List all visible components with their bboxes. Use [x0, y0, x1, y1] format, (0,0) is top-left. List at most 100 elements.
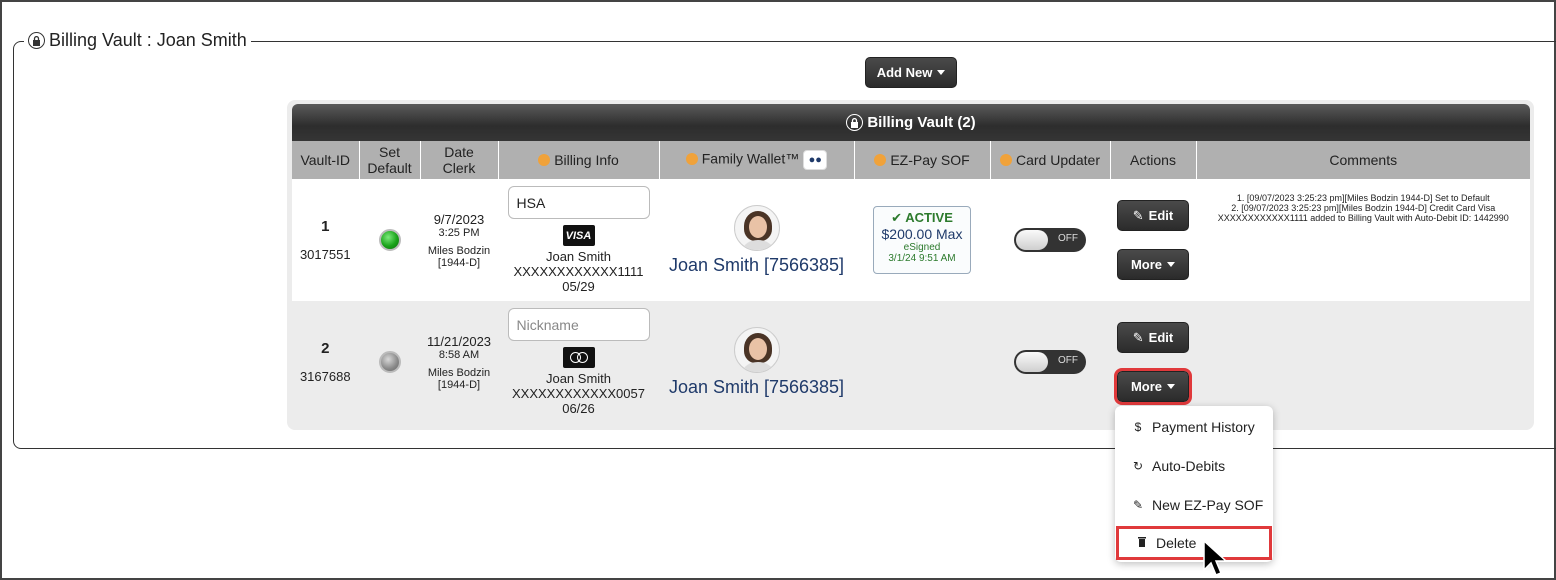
mastercard-logo-icon	[562, 347, 595, 368]
vault-id-cell: 1 3017551	[292, 179, 359, 301]
clerk-name: Miles Bodzin	[427, 366, 491, 379]
edit-button[interactable]: ✎ Edit	[1117, 322, 1189, 353]
comments-cell	[1195, 301, 1530, 423]
ezpay-sof-badge[interactable]: ✔ ACTIVE $200.00 Max eSigned 3/1/24 9:51…	[873, 206, 971, 274]
sof-status-label: ACTIVE	[905, 210, 953, 225]
more-button[interactable]: More	[1117, 249, 1189, 280]
card-updater-toggle[interactable]: OFF	[1014, 228, 1086, 252]
vault-id: 3017551	[299, 247, 351, 262]
menu-item-label: Payment History	[1152, 419, 1255, 435]
caret-down-icon	[1167, 384, 1176, 389]
col-actions: Actions	[1109, 141, 1196, 179]
edit-label: Edit	[1148, 208, 1174, 223]
lock-icon	[28, 32, 45, 49]
billing-info-cell: HSA VISA Joan Smith XXXXXXXXXXXX1111 05/…	[497, 179, 659, 301]
sof-amount: $200.00 Max	[881, 226, 963, 242]
menu-item-label: New EZ-Pay SOF	[1152, 497, 1264, 513]
comment-line: 1. [09/07/2023 3:25:23 pm][Miles Bodzin …	[1236, 193, 1490, 203]
visa-logo-icon: VISA	[562, 225, 595, 246]
nickname-input[interactable]: HSA	[507, 186, 650, 219]
caret-down-icon	[1167, 262, 1176, 267]
trash-icon	[1136, 536, 1148, 550]
card-updater-cell: OFF	[989, 179, 1110, 301]
col-date-clerk: Date Clerk	[419, 141, 498, 179]
sof-signed: eSigned	[903, 242, 941, 253]
created-date: 9/7/2023	[433, 211, 485, 227]
edit-button[interactable]: ✎ Edit	[1117, 200, 1189, 231]
billing-vault-table: Vault-ID Set Default Date Clerk Billing In…	[292, 141, 1530, 423]
default-radio[interactable]	[378, 351, 401, 373]
table-header-row: Vault-ID Set Default Date Clerk Billing In…	[292, 141, 1530, 179]
set-default-cell	[358, 301, 420, 423]
row-index: 1	[321, 218, 330, 235]
menu-item-auto-debits[interactable]: ↻ Auto-Debits	[1115, 449, 1273, 483]
more-label: More	[1130, 379, 1163, 394]
pencil-icon: ✎	[1132, 498, 1144, 512]
wallet-member-link[interactable]: Joan Smith [7566385]	[660, 377, 854, 398]
toggle-state: OFF	[1058, 355, 1078, 366]
card-number: XXXXXXXXXXXX0057	[512, 386, 645, 401]
menu-item-new-ezpay-sof[interactable]: ✎ New EZ-Pay SOF	[1115, 488, 1273, 522]
sof-date: 3/1/24 9:51 AM	[888, 253, 956, 264]
comment-line: 2. [09/07/2023 3:25:23 pm][Miles Bodzin …	[1217, 203, 1509, 223]
card-holder: Joan Smith	[545, 371, 612, 386]
avatar	[733, 326, 780, 373]
actions-cell: ✎ Edit More	[1109, 179, 1196, 301]
add-new-label: Add New	[876, 65, 933, 80]
menu-item-payment-history[interactable]: $ Payment History	[1115, 410, 1273, 444]
col-vault-id: Vault-ID	[292, 141, 359, 179]
more-button[interactable]: More	[1114, 368, 1192, 405]
col-date-line1: Date	[444, 144, 474, 160]
caret-down-icon	[937, 70, 946, 75]
page-title: Billing Vault : Joan Smith	[49, 30, 247, 50]
nickname-input[interactable]: Nickname	[507, 308, 650, 341]
table-row: 2 3167688 11/21/2023 8:58 AM Miles Bodzi…	[292, 301, 1530, 423]
more-label: More	[1130, 257, 1163, 272]
col-comments: Comments	[1195, 141, 1530, 179]
card-number: XXXXXXXXXXXX1111	[513, 264, 644, 279]
info-icon	[999, 154, 1012, 166]
date-clerk-cell: 9/7/2023 3:25 PM Miles Bodzin [1944-D]	[419, 179, 498, 301]
edit-icon: ✎	[1132, 207, 1144, 223]
card-updater-cell: OFF	[989, 301, 1110, 423]
family-wallet-cell: Joan Smith [7566385]	[658, 179, 854, 301]
col-set-default-line2: Default	[367, 160, 412, 176]
menu-item-delete[interactable]: Delete	[1116, 526, 1272, 560]
billing-info-cell: Nickname Joan Smith XXXXXXXXXXXX0057 06/…	[497, 301, 659, 423]
card-expiration: 06/26	[562, 401, 595, 416]
col-ezpay: EZ-Pay SOF	[853, 141, 990, 179]
row-index: 2	[321, 340, 330, 357]
ezpay-cell	[853, 301, 990, 423]
col-family-wallet: Family Wallet™ ●●	[658, 141, 854, 179]
col-billing-info-label: Billing Info	[554, 152, 619, 168]
check-circle-icon: ✔	[891, 210, 903, 225]
created-time: 8:58 AM	[438, 348, 480, 361]
toggle-state: OFF	[1058, 233, 1078, 244]
sof-status: ✔ ACTIVE	[874, 210, 970, 226]
clerk-code: [1944-D]	[437, 378, 481, 391]
dollar-icon: $	[1134, 420, 1142, 434]
comments-cell: 1. [09/07/2023 3:25:23 pm][Miles Bodzin …	[1195, 179, 1530, 301]
add-new-button[interactable]: Add New	[865, 57, 957, 88]
lock-icon	[846, 114, 864, 131]
actions-cell: ✎ Edit More	[1109, 301, 1196, 423]
info-icon	[874, 154, 887, 166]
date-clerk-cell: 11/21/2023 8:58 AM Miles Bodzin [1944-D]	[419, 301, 498, 423]
vault-id-cell: 2 3167688	[292, 301, 359, 423]
col-set-default: Set Default	[358, 141, 420, 179]
clerk-code: [1944-D]	[437, 256, 481, 269]
col-family-wallet-label: Family Wallet™	[701, 150, 800, 167]
default-radio[interactable]	[378, 229, 401, 251]
avatar	[733, 204, 780, 251]
card-holder: Joan Smith	[545, 249, 612, 264]
menu-item-label: Delete	[1156, 535, 1197, 551]
panel-header: Billing Vault (2)	[292, 104, 1530, 141]
refresh-icon: ↻	[1132, 459, 1144, 473]
family-users-icon[interactable]: ●●	[803, 150, 828, 170]
wallet-member-link[interactable]: Joan Smith [7566385]	[660, 255, 854, 276]
menu-item-label: Auto-Debits	[1152, 458, 1226, 474]
more-dropdown-menu: $ Payment History ↻ Auto-Debits ✎ New EZ…	[1115, 406, 1273, 562]
card-updater-toggle[interactable]: OFF	[1014, 350, 1086, 374]
edit-icon: ✎	[1132, 329, 1144, 345]
billing-vault-legend: Billing Vault : Joan Smith	[24, 30, 251, 51]
